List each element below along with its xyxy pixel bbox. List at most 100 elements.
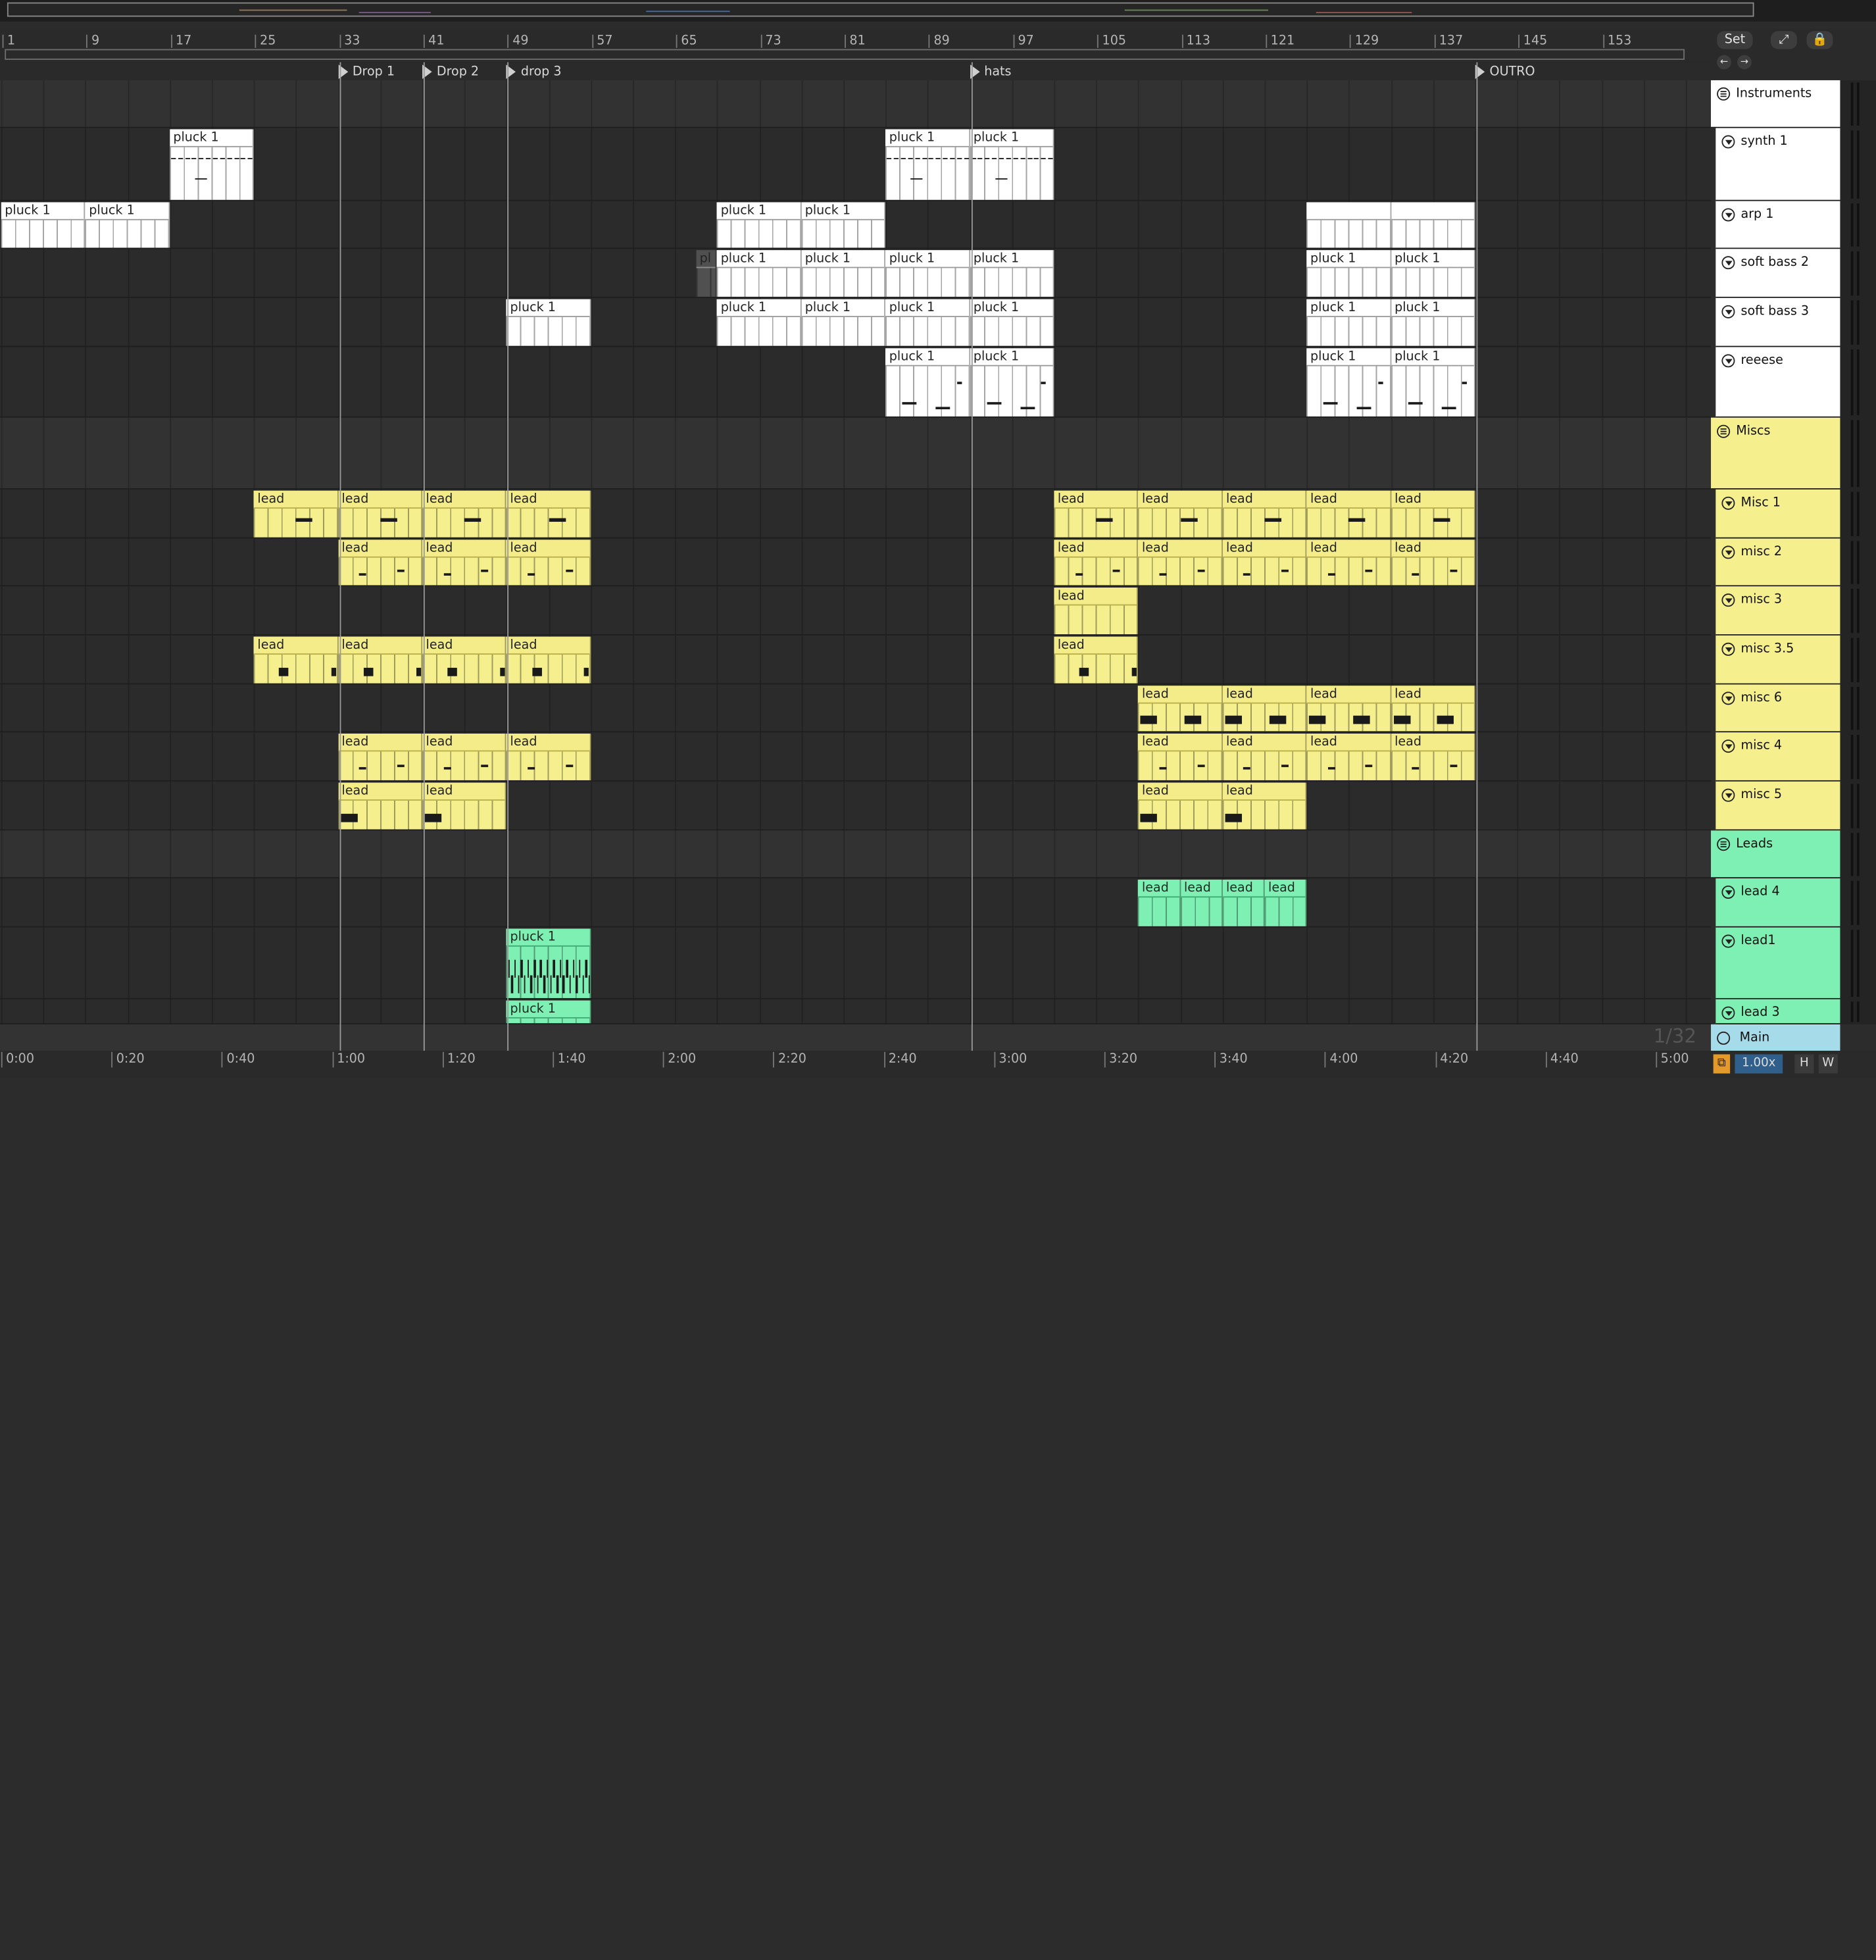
loop-brace[interactable] [5, 49, 1685, 60]
track-fold-icon[interactable] [1721, 641, 1735, 655]
locator-marker[interactable]: hats [970, 63, 1011, 80]
track-header[interactable]: Leads [1711, 830, 1840, 879]
play-icon[interactable] [1717, 1030, 1731, 1044]
clip[interactable]: lead [422, 782, 507, 830]
clip[interactable]: lead [1222, 879, 1265, 926]
clip[interactable]: pluck 1 [801, 299, 886, 346]
locator-lane[interactable]: Drop 1 Drop 2 drop 3 hats OUTRO [0, 62, 1712, 80]
track-header[interactable]: Miscs [1711, 417, 1840, 490]
clip[interactable]: lead [1391, 686, 1475, 732]
clip[interactable]: pluck 1 [970, 129, 1054, 200]
track-header[interactable]: soft bass 3 [1716, 297, 1840, 347]
clip[interactable]: lead [338, 636, 423, 684]
clip[interactable]: lead [1391, 490, 1475, 538]
track-lane[interactable] [0, 586, 1712, 636]
clip[interactable]: lead [1054, 540, 1139, 586]
track-header[interactable]: misc 2 [1716, 538, 1840, 587]
clip[interactable]: lead [1054, 490, 1139, 538]
clip[interactable]: lead [1306, 490, 1391, 538]
clip[interactable]: pluck 1 [506, 299, 591, 346]
clip[interactable]: lead [506, 733, 591, 780]
clip[interactable]: lead [1138, 490, 1223, 538]
clip[interactable]: lead [422, 490, 507, 538]
track-header[interactable]: reeese [1716, 347, 1840, 418]
track-fold-icon[interactable] [1721, 134, 1735, 148]
clip[interactable]: lead [1306, 540, 1391, 586]
clip[interactable]: pluck 1 [885, 129, 970, 200]
track-header[interactable]: lead 3 [1716, 999, 1840, 1024]
track-lane[interactable] [0, 830, 1712, 879]
clip[interactable]: lead [1391, 733, 1475, 780]
clip[interactable]: lead [1222, 686, 1307, 732]
clip[interactable]: lead [1306, 686, 1391, 732]
clip[interactable]: lead [1138, 879, 1181, 926]
track-fold-icon[interactable] [1721, 353, 1735, 367]
clip[interactable]: lead [1054, 636, 1139, 684]
clip[interactable]: pluck 1 [970, 250, 1054, 297]
clip[interactable]: pluck 1 [85, 202, 170, 248]
track-header[interactable]: misc 5 [1716, 781, 1840, 831]
h-button[interactable]: H [1794, 1054, 1814, 1074]
clip[interactable]: pluck 1 [506, 1000, 591, 1024]
track-lane[interactable] [0, 128, 1712, 201]
track-lane[interactable] [0, 80, 1712, 128]
clip[interactable]: pluck 1 [506, 928, 591, 998]
clip[interactable]: pluck 1 [885, 348, 970, 416]
time-ruler[interactable]: 0:00 0:20 0:40 1:00 1:20 1:40 2:00 2:20 2:40 3:00… [0, 1050, 1712, 1078]
track-header[interactable]: misc 3.5 [1716, 635, 1840, 685]
clip[interactable]: lead [1180, 879, 1223, 926]
clip[interactable]: pluck 1 [970, 348, 1054, 416]
group-fold-icon[interactable] [1717, 86, 1731, 100]
clip[interactable]: pluck 1 [1391, 348, 1475, 416]
clip[interactable]: lead [253, 490, 338, 538]
locator-marker[interactable]: drop 3 [506, 63, 562, 80]
clip[interactable]: lead [422, 733, 507, 780]
track-header[interactable]: lead1 [1716, 927, 1840, 999]
clip[interactable]: lead [1222, 490, 1307, 538]
clip[interactable]: pluck 1 [1306, 348, 1391, 416]
track-lane[interactable] [0, 417, 1712, 490]
track-fold-icon[interactable] [1721, 691, 1735, 705]
clip[interactable]: lead [338, 490, 423, 538]
track-header[interactable]: Instruments [1711, 80, 1840, 128]
track-lane[interactable] [0, 878, 1712, 928]
clip[interactable] [1306, 202, 1391, 248]
track-fold-icon[interactable] [1721, 593, 1735, 607]
clip[interactable]: pluck 1 [801, 250, 886, 297]
track-header[interactable]: misc 4 [1716, 732, 1840, 782]
clip[interactable]: pluck 1 [717, 202, 802, 248]
track-fold-icon[interactable] [1721, 304, 1735, 318]
track-fold-icon[interactable] [1721, 255, 1735, 269]
track-header[interactable]: misc 6 [1716, 684, 1840, 733]
clip[interactable]: pluck 1 [801, 202, 886, 248]
arrow-left-icon[interactable]: ← [1717, 55, 1731, 70]
automation-icon[interactable]: ⧉ [1713, 1054, 1731, 1074]
track-fold-icon[interactable] [1721, 1005, 1735, 1019]
track-fold-icon[interactable] [1721, 885, 1735, 899]
clip[interactable]: pl [696, 250, 718, 297]
track-fold-icon[interactable] [1721, 788, 1735, 801]
clip[interactable]: lead [1138, 686, 1223, 732]
clip[interactable]: lead [506, 540, 591, 586]
clip[interactable] [1391, 202, 1475, 248]
group-fold-icon[interactable] [1717, 837, 1731, 851]
track-lane[interactable] [0, 927, 1712, 999]
clip[interactable]: lead [1264, 879, 1307, 926]
clip[interactable]: lead [506, 490, 591, 538]
track-header[interactable]: synth 1 [1716, 128, 1840, 201]
clip[interactable]: lead [1138, 540, 1223, 586]
w-button[interactable]: W [1818, 1054, 1838, 1074]
track-header[interactable]: Misc 1 [1716, 489, 1840, 539]
track-header[interactable]: arp 1 [1716, 201, 1840, 249]
arrangement-view[interactable]: pluck 1 pluck 1 pluck 1 pluck 1 pluck 1 pluck… [0, 80, 1712, 1024]
clip[interactable]: lead [1054, 588, 1139, 635]
clip[interactable]: lead [422, 636, 507, 684]
clip[interactable]: pluck 1 [717, 250, 802, 297]
clip[interactable]: lead [338, 782, 423, 830]
track-fold-icon[interactable] [1721, 545, 1735, 559]
clip[interactable]: pluck 1 [1391, 250, 1475, 297]
clip[interactable]: lead [338, 733, 423, 780]
group-fold-icon[interactable] [1717, 424, 1731, 438]
main-track-header[interactable]: Main [1711, 1024, 1840, 1051]
set-button[interactable]: Set [1717, 31, 1753, 49]
